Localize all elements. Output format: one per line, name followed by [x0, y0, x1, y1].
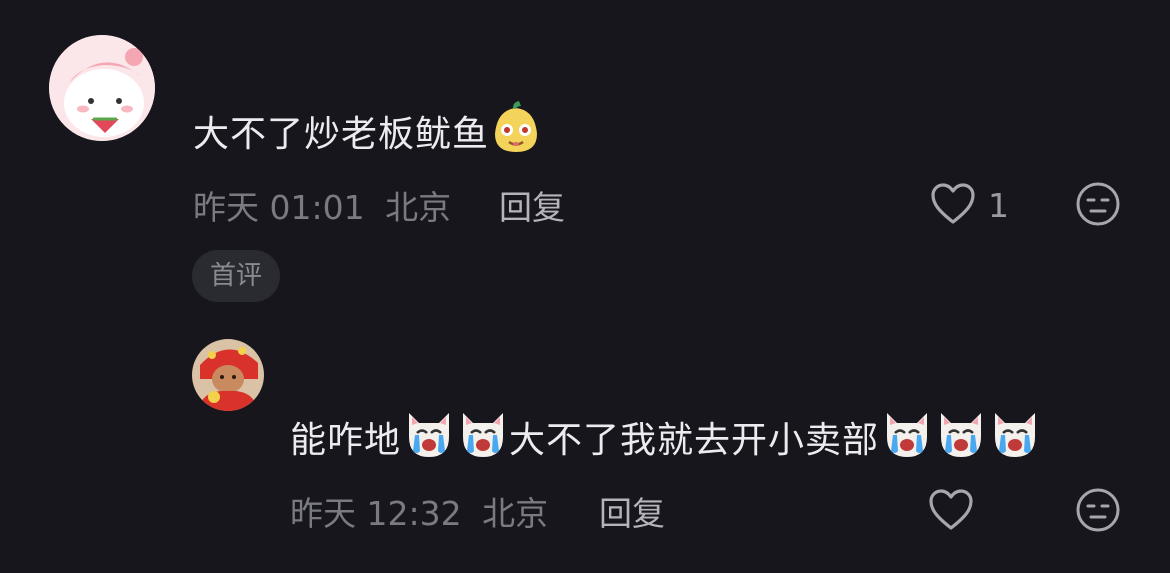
comment-meta: 昨天 01:01 北京 — [193, 181, 451, 229]
dislike-button[interactable] — [1075, 181, 1121, 227]
comment-text: 大不了炒老板鱿鱼 — [193, 100, 541, 159]
like-count: 1 — [988, 186, 1009, 225]
reply-location: 北京 — [482, 494, 549, 533]
reply-text: 能咋地 大不了我就去开小卖部 — [290, 409, 1041, 465]
reply-meta: 昨天 12:32 北京 — [290, 487, 548, 535]
reply-reply-button[interactable]: 回复 — [599, 487, 665, 535]
reply-button[interactable]: 回复 — [499, 181, 565, 229]
comment-location: 北京 — [385, 188, 452, 227]
crying-cat-emoji — [881, 407, 933, 468]
crying-cat-emoji — [935, 407, 987, 468]
crying-cat-emoji — [457, 407, 509, 468]
heart-outline-icon — [931, 183, 975, 224]
user-avatar[interactable] — [49, 35, 155, 141]
crying-cat-emoji — [989, 407, 1041, 468]
comment-body: 大不了炒老板鱿鱼 — [193, 114, 490, 155]
crying-cat-emoji — [403, 407, 455, 468]
like-button[interactable] — [929, 181, 977, 227]
reply-user-avatar[interactable] — [192, 339, 264, 411]
cheeky-pear-emoji — [491, 100, 541, 163]
reply-dislike-button[interactable] — [1075, 487, 1121, 533]
meh-face-icon — [1076, 488, 1120, 532]
meh-face-icon — [1076, 182, 1120, 226]
reply-like-button[interactable] — [927, 487, 975, 533]
heart-outline-icon — [929, 489, 973, 530]
first-comment-badge: 首评 — [192, 250, 281, 302]
reply-body-start: 能咋地 — [290, 420, 402, 461]
reply-time: 昨天 12:32 — [290, 494, 462, 533]
reply-body-end: 大不了我就去开小卖部 — [509, 420, 880, 461]
comment-time: 昨天 01:01 — [193, 188, 365, 227]
